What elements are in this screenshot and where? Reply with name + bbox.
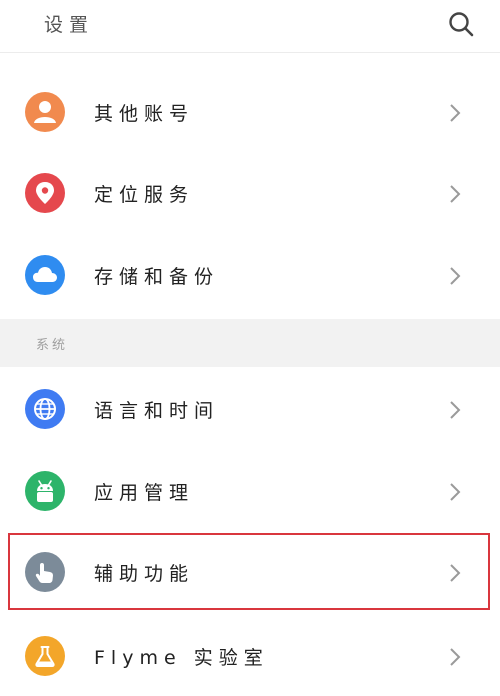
settings-item-storage-backup[interactable]: 存储和备份	[0, 235, 500, 315]
section-label: 系统	[36, 338, 69, 353]
app-header: 设置	[0, 0, 500, 53]
settings-item-label: 定位服务	[94, 184, 195, 206]
settings-item-label: 应用管理	[94, 482, 195, 504]
settings-item-location-services[interactable]: 定位服务	[0, 153, 500, 233]
person-icon	[25, 92, 65, 132]
location-pin-icon	[25, 173, 65, 213]
search-button[interactable]	[446, 9, 476, 39]
settings-item-accessibility[interactable]: 辅助功能	[0, 532, 500, 612]
chevron-right-icon	[450, 104, 461, 122]
chevron-right-icon	[450, 648, 461, 666]
globe-icon	[25, 389, 65, 429]
chevron-right-icon	[450, 185, 461, 203]
hand-pointer-icon	[25, 552, 65, 592]
android-icon	[25, 471, 65, 511]
settings-item-other-accounts[interactable]: 其他账号	[0, 72, 500, 152]
section-header-system: 系统	[0, 319, 500, 367]
settings-item-language-time[interactable]: 语言和时间	[0, 369, 500, 449]
settings-item-label: 其他账号	[94, 103, 195, 125]
settings-item-flyme-lab[interactable]: Flyme 实验室	[0, 616, 500, 696]
chevron-right-icon	[450, 483, 461, 501]
search-icon	[449, 12, 474, 37]
settings-item-label: Flyme 实验室	[94, 647, 269, 669]
chevron-right-icon	[450, 564, 461, 582]
chevron-right-icon	[450, 267, 461, 285]
page-title: 设置	[44, 14, 95, 36]
settings-item-app-management[interactable]: 应用管理	[0, 451, 500, 531]
settings-item-label: 辅助功能	[94, 563, 195, 585]
flask-icon	[25, 636, 65, 676]
cloud-icon	[25, 255, 65, 295]
settings-item-label: 存储和备份	[94, 266, 220, 288]
chevron-right-icon	[450, 401, 461, 419]
settings-item-label: 语言和时间	[94, 400, 220, 422]
